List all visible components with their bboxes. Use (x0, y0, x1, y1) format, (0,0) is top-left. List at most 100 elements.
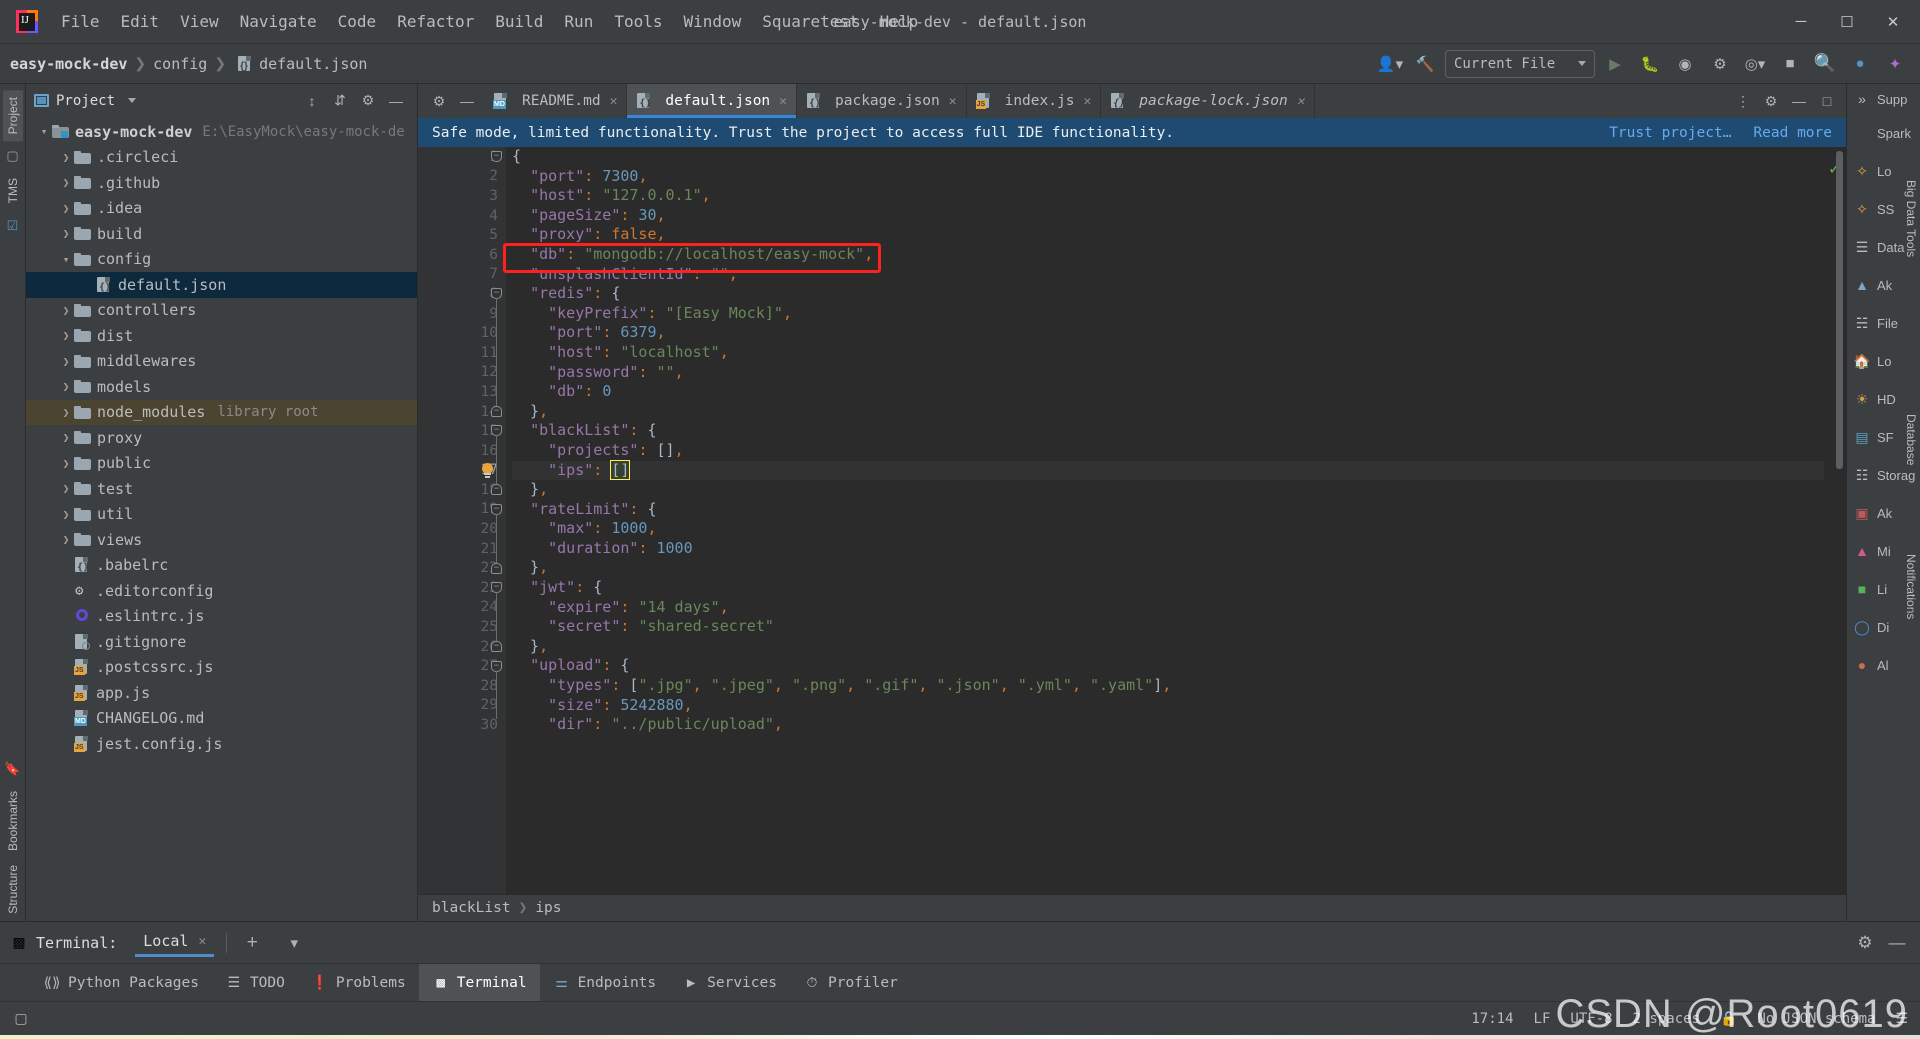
minimize-button[interactable]: ─ (1778, 1, 1824, 43)
right-vtab-notifications[interactable]: Notifications (1904, 554, 1918, 619)
coverage-icon[interactable]: ◉ (1670, 50, 1700, 78)
chevron-right-icon[interactable]: ❯ (58, 533, 74, 546)
editor-settings-gear-icon[interactable]: ⚙ (426, 89, 452, 113)
right-item-al[interactable]: ● Al (1847, 646, 1920, 684)
tree-row-config[interactable]: ▾ config (26, 247, 417, 273)
tree-row-dist[interactable]: ❯ dist (26, 323, 417, 349)
tree-row-default-json[interactable]: {} default.json (26, 272, 417, 298)
close-tab-icon[interactable]: ✕ (949, 94, 957, 109)
tree-row--gitignore[interactable]: .gitignore (26, 629, 417, 655)
code-line[interactable]: "blackList": { (512, 421, 1824, 441)
close-icon[interactable]: ✕ (198, 934, 206, 949)
code-line[interactable]: "ips": [] (512, 459, 1824, 481)
terminal-settings-gear-icon[interactable]: ⚙ (1852, 931, 1878, 955)
intention-bulb-icon[interactable] (480, 462, 495, 478)
code-line[interactable]: "port": 6379, (512, 323, 1824, 343)
menu-navigate[interactable]: Navigate (231, 8, 326, 35)
code-line[interactable]: "max": 1000, (512, 519, 1824, 539)
menu-help[interactable]: Help (871, 8, 928, 35)
ai-assistant-icon[interactable]: ✦ (1880, 50, 1910, 78)
tool-endpoints[interactable]: ⚌ Endpoints (540, 964, 670, 1001)
settings-gear-icon[interactable]: ⚙ (355, 89, 381, 113)
tree-row-models[interactable]: ❯ models (26, 374, 417, 400)
code-line[interactable]: "size": 5242880, (512, 696, 1824, 716)
code-line[interactable]: "db": "mongodb://localhost/easy-mock", (512, 245, 1824, 265)
right-item-spark[interactable]: Spark (1847, 114, 1920, 152)
code-line[interactable]: "upload": { (512, 656, 1824, 676)
status-widget-icon[interactable]: ▢ (12, 1010, 30, 1028)
tree-row-proxy[interactable]: ❯ proxy (26, 425, 417, 451)
tool-python-packages[interactable]: ⟪⟫ Python Packages (30, 964, 212, 1001)
status-encoding[interactable]: UTF-8 (1570, 1011, 1612, 1027)
expand-all-icon[interactable]: ↕ (299, 89, 325, 113)
tree-row-jest-config-js[interactable]: JS jest.config.js (26, 731, 417, 757)
editor-settings-icon[interactable]: ⚙ (1758, 89, 1784, 113)
terminal-hide-icon[interactable]: — (1884, 931, 1910, 955)
chevron-down-icon[interactable]: ▾ (36, 125, 52, 138)
tree-row-util[interactable]: ❯ util (26, 502, 417, 528)
menu-squaretest[interactable]: Squaretest (753, 8, 867, 35)
new-terminal-button[interactable]: + (239, 931, 265, 955)
tree-row-test[interactable]: ❯ test (26, 476, 417, 502)
breadcrumb-project[interactable]: easy-mock-dev (10, 55, 127, 73)
tool-todo[interactable]: ☰ TODO (212, 964, 298, 1001)
code-line[interactable]: "redis": { (512, 284, 1824, 304)
tool-services[interactable]: ▶ Services (669, 964, 790, 1001)
code-line[interactable]: "host": "127.0.0.1", (512, 186, 1824, 206)
fold-collapse-icon[interactable]: − (491, 151, 502, 162)
stripe-tab-tms[interactable]: TMS (3, 171, 23, 210)
code-line[interactable]: "secret": "shared-secret" (512, 617, 1824, 637)
right-item-file[interactable]: ☵ File (1847, 304, 1920, 342)
maximize-button[interactable]: ☐ (1824, 1, 1870, 43)
chevron-right-icon[interactable]: ❯ (58, 227, 74, 240)
code-line[interactable]: "jwt": { (512, 578, 1824, 598)
right-item-home[interactable]: 🏠 Lo (1847, 342, 1920, 380)
fold-end-icon[interactable]: − (491, 405, 502, 417)
menu-refactor[interactable]: Refactor (388, 8, 483, 35)
code-line[interactable]: "rateLimit": { (512, 500, 1824, 520)
bookmark-icon[interactable]: 🔖 (4, 761, 20, 777)
breadcrumb-file[interactable]: default.json (259, 55, 367, 73)
code-line[interactable]: "projects": [], (512, 441, 1824, 461)
code-line[interactable]: "password": "", (512, 363, 1824, 383)
breadcrumb-config[interactable]: config (153, 55, 207, 73)
code-line[interactable]: "db": 0 (512, 382, 1824, 402)
tree-row--circleci[interactable]: ❯ .circleci (26, 145, 417, 171)
chevron-down-icon[interactable]: ▾ (58, 253, 74, 266)
menu-build[interactable]: Build (486, 8, 552, 35)
trust-project-link[interactable]: Trust project… (1609, 125, 1731, 141)
code-line[interactable]: "port": 7300, (512, 167, 1824, 187)
right-item-hd[interactable]: ☀ HD (1847, 380, 1920, 418)
tool-terminal[interactable]: ▩ Terminal (418, 964, 540, 1001)
search-icon[interactable]: 🔍 (1810, 50, 1840, 78)
editor-hide-icon[interactable]: — (454, 89, 480, 113)
status-indent[interactable]: 2 spaces (1633, 1011, 1700, 1027)
code-line[interactable]: "duration": 1000 (512, 539, 1824, 559)
status-line-separator[interactable]: LF (1534, 1011, 1551, 1027)
chevron-right-icon[interactable]: ❯ (58, 457, 74, 470)
code-line[interactable]: }, (512, 480, 1824, 500)
right-vtab-database[interactable]: Database (1904, 414, 1918, 465)
chevron-right-icon[interactable]: ❯ (58, 508, 74, 521)
tool-profiler[interactable]: ⏱ Profiler (790, 964, 911, 1001)
code-line[interactable]: "keyPrefix": "[Easy Mock]", (512, 304, 1824, 324)
fold-end-icon[interactable]: − (491, 484, 502, 496)
close-button[interactable]: ✕ (1870, 1, 1916, 43)
code-line[interactable]: { (512, 147, 1824, 167)
tree-row--babelrc[interactable]: {} .babelrc (26, 553, 417, 579)
menu-tools[interactable]: Tools (605, 8, 671, 35)
code-line[interactable]: }, (512, 637, 1824, 657)
commit-icon[interactable]: ▢ (6, 148, 18, 164)
project-tree[interactable]: ▾ easy-mock-dev E:\EasyMock\easy-mock-de… (26, 117, 417, 921)
chevron-right-icon[interactable]: ❯ (58, 304, 74, 317)
stripe-tab-structure[interactable]: Structure (3, 858, 23, 921)
fold-end-icon[interactable]: − (491, 641, 502, 652)
lock-icon[interactable]: 🔒 (1720, 1011, 1737, 1027)
right-item-ak[interactable]: ▲ Ak (1847, 266, 1920, 304)
menu-file[interactable]: File (52, 8, 109, 35)
debug-icon[interactable]: 🐛 (1635, 50, 1665, 78)
code-line[interactable]: "types": [".jpg", ".jpeg", ".png", ".gif… (512, 676, 1824, 696)
stripe-tab-bookmarks[interactable]: Bookmarks (3, 784, 23, 858)
status-json-schema[interactable]: No JSON schema (1757, 1011, 1875, 1027)
breadcrumb-blacklist[interactable]: blackList (432, 900, 511, 916)
